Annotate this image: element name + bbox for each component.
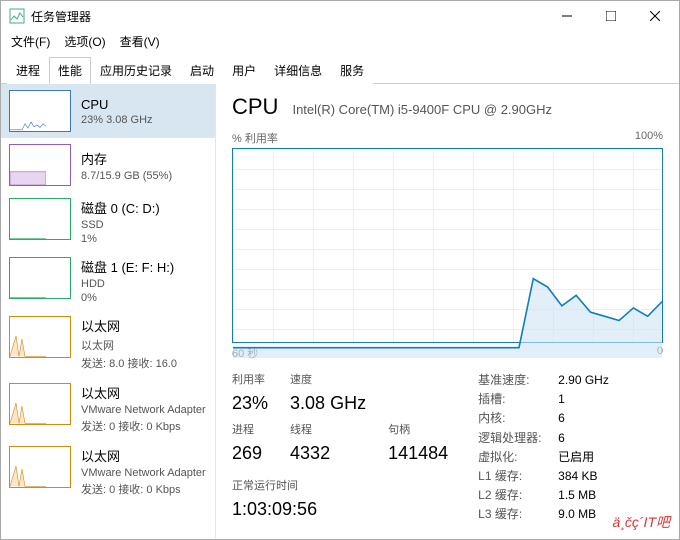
menubar: 文件(F) 选项(O) 查看(V) (1, 31, 679, 56)
stat-row: L3 缓存: 9.0 MB (478, 505, 609, 524)
sidebar-item-sub: 8.7/15.9 GB (55%) (81, 170, 172, 182)
sidebar-item-sub2: 0% (81, 292, 174, 304)
cpu-model: Intel(R) Core(TM) i5-9400F CPU @ 2.90GHz (292, 102, 552, 117)
sidebar-item-label: 磁盘 1 (E: F: H:) (81, 257, 174, 276)
sidebar-item-sub2: 发送: 0 接收: 0 Kbps (81, 418, 206, 434)
sidebar-item-label: 以太网 (81, 446, 206, 465)
page-title: CPU (232, 94, 278, 120)
stat-row: L2 缓存: 1.5 MB (478, 486, 609, 505)
sidebar-item-sub2: 1% (81, 233, 160, 245)
util-value: 23% (232, 393, 268, 418)
sidebar-item-net-6[interactable]: 以太网 VMware Network Adapter 发送: 0 接收: 0 Kbp… (1, 440, 215, 503)
sidebar-item-disk-2[interactable]: 磁盘 0 (C: D:) SSD 1% (1, 192, 215, 251)
chart-ymax: 100% (635, 130, 663, 146)
sidebar-item-sub: 23% 3.08 GHz (81, 114, 153, 126)
sidebar-item-sub: 以太网 (81, 337, 177, 353)
sidebar-item-net-4[interactable]: 以太网以太网发送: 8.0 接收: 16.0 (1, 310, 215, 377)
stat-key: 基准速度: (478, 371, 548, 390)
stat-key: 插槽: (478, 390, 548, 409)
stats-right: 基准速度:2.90 GHz插槽:1内核:6逻辑处理器:6虚拟化:已启用L1 缓存… (478, 371, 609, 525)
stat-row: 内核: 6 (478, 409, 609, 428)
stat-row: L1 缓存: 384 KB (478, 467, 609, 486)
sidebar-item-net-5[interactable]: 以太网 VMware Network Adapter 发送: 0 接收: 0 Kbp… (1, 377, 215, 440)
stat-val: 2.90 GHz (558, 371, 609, 390)
sidebar-item-sub: VMware Network Adapter (81, 404, 206, 416)
thumb-disk-icon (9, 257, 71, 299)
sidebar-item-sub: HDD (81, 278, 174, 290)
menu-file[interactable]: 文件(F) (11, 33, 50, 50)
tab-启动[interactable]: 启动 (181, 57, 223, 84)
stat-val: 1 (558, 390, 565, 409)
close-button[interactable] (633, 2, 677, 30)
proc-label: 进程 (232, 421, 268, 441)
thumb-disk-icon (9, 198, 71, 240)
sidebar-item-label: 磁盘 0 (C: D:) (81, 198, 160, 217)
speed-label: 速度 (290, 371, 366, 391)
sidebar-item-disk-3[interactable]: 磁盘 1 (E: F: H:) HDD 0% (1, 251, 215, 310)
stat-val: 1.5 MB (558, 486, 596, 505)
main-panel: CPU Intel(R) Core(TM) i5-9400F CPU @ 2.9… (216, 84, 679, 538)
sidebar-item-cpu-0[interactable]: CPU 23% 3.08 GHz (1, 84, 215, 138)
tab-用户[interactable]: 用户 (223, 57, 265, 84)
uptime-label: 正常运行时间 (232, 477, 448, 497)
thumb-net-icon (9, 446, 71, 488)
stat-row: 逻辑处理器: 6 (478, 429, 609, 448)
thumb-mem-icon (9, 144, 71, 186)
thumb-net-icon (9, 383, 71, 425)
tab-性能[interactable]: 性能 (49, 57, 91, 84)
titlebar: 任务管理器 (1, 1, 679, 31)
proc-value: 269 (232, 443, 268, 468)
stat-row: 基准速度: 2.90 GHz (478, 371, 609, 390)
sidebar-item-label: 以太网 (81, 316, 177, 335)
thumb-net-icon (9, 316, 71, 358)
sidebar-item-sub: VMware Network Adapter (81, 467, 206, 479)
sidebar-item-sub: SSD (81, 219, 160, 231)
stat-key: 虚拟化: (478, 448, 548, 467)
sidebar-item-label: 以太网 (81, 383, 206, 402)
stat-key: 内核: (478, 409, 548, 428)
stat-val: 9.0 MB (558, 505, 596, 524)
stat-key: L1 缓存: (478, 467, 548, 486)
thread-value: 4332 (290, 443, 366, 468)
cpu-utilization-chart[interactable] (232, 148, 663, 343)
maximize-button[interactable] (589, 2, 633, 30)
menu-options[interactable]: 选项(O) (64, 33, 105, 50)
stat-key: L3 缓存: (478, 505, 548, 524)
sidebar-item-sub2: 发送: 0 接收: 0 Kbps (81, 481, 206, 497)
uptime-value: 1:03:09:56 (232, 499, 448, 524)
handle-label: 句柄 (388, 421, 448, 441)
watermark: ä¸čç´IT吧 (612, 512, 670, 532)
sidebar[interactable]: CPU 23% 3.08 GHz 内存 8.7/15.9 GB (55%) 磁盘 0 (… (1, 84, 216, 538)
chart-ylabel: % 利用率 (232, 130, 278, 146)
thumb-cpu-icon (9, 90, 71, 132)
speed-value: 3.08 GHz (290, 393, 366, 418)
stat-val: 384 KB (558, 467, 597, 486)
window-title: 任务管理器 (31, 8, 545, 25)
sidebar-item-label: 内存 (81, 149, 172, 168)
tab-bar: 进程性能应用历史记录启动用户详细信息服务 (1, 56, 679, 84)
sidebar-item-sub2: 发送: 8.0 接收: 16.0 (81, 355, 177, 371)
minimize-button[interactable] (545, 2, 589, 30)
stats-left: 利用率 速度 23% 3.08 GHz 进程 线程 句柄 269 4332 14… (232, 371, 448, 525)
tab-应用历史记录[interactable]: 应用历史记录 (91, 57, 181, 84)
sidebar-item-mem-1[interactable]: 内存 8.7/15.9 GB (55%) (1, 138, 215, 192)
stat-key: 逻辑处理器: (478, 429, 548, 448)
tab-进程[interactable]: 进程 (7, 57, 49, 84)
stat-val: 6 (558, 429, 565, 448)
util-label: 利用率 (232, 371, 268, 391)
stat-row: 虚拟化: 已启用 (478, 448, 609, 467)
app-icon (9, 8, 25, 24)
tab-服务[interactable]: 服务 (331, 57, 373, 84)
menu-view[interactable]: 查看(V) (120, 33, 160, 50)
tab-详细信息[interactable]: 详细信息 (265, 57, 331, 84)
stat-val: 已启用 (558, 448, 594, 467)
stat-val: 6 (558, 409, 565, 428)
sidebar-item-label: CPU (81, 97, 153, 112)
handle-value: 141484 (388, 443, 448, 468)
stat-key: L2 缓存: (478, 486, 548, 505)
stat-row: 插槽: 1 (478, 390, 609, 409)
thread-label: 线程 (290, 421, 366, 441)
